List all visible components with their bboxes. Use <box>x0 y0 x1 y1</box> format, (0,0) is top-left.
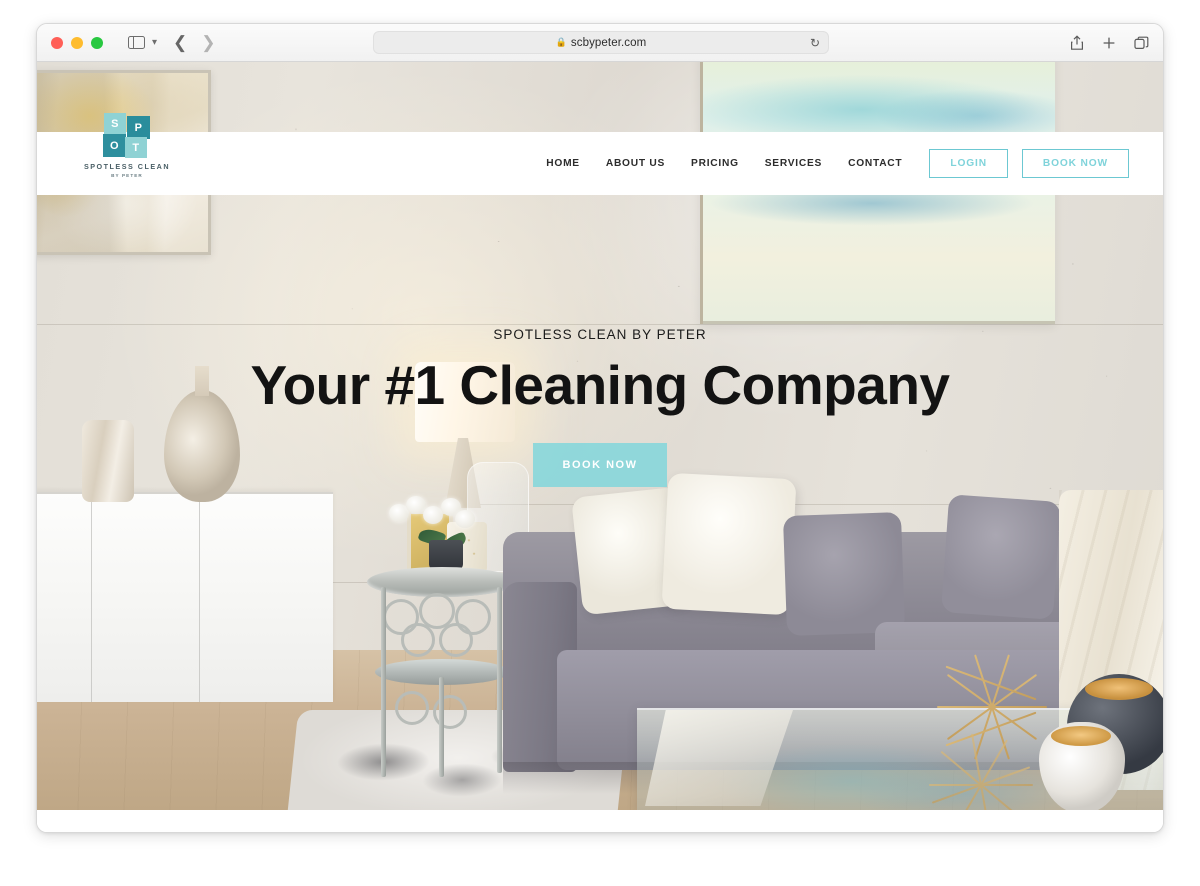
browser-toolbar: ▾ ❮ ❯ 🔒 scbypeter.com ↻ <box>37 24 1163 62</box>
plus-icon[interactable] <box>1099 31 1119 55</box>
lock-icon: 🔒 <box>555 37 567 47</box>
hero-eyebrow: SPOTLESS CLEAN BY PETER <box>493 327 707 342</box>
sofa-cushion-white <box>661 472 797 616</box>
sofa-cushion-gray <box>782 511 906 637</box>
nav-item-about-us[interactable]: ABOUT US <box>593 158 678 169</box>
logo-tile-t: T <box>125 137 147 158</box>
book-now-button[interactable]: BOOK NOW <box>1021 149 1129 178</box>
share-icon[interactable] <box>1067 31 1087 55</box>
logo-tile-p: P <box>127 116 150 139</box>
orchid-pot <box>429 540 463 570</box>
white-sideboard <box>37 492 333 702</box>
main-navigation: HOME ABOUT US PRICING SERVICES CONTACT L… <box>533 132 1129 195</box>
maximize-window-button[interactable] <box>91 36 103 49</box>
logo-tagline: BY PETER <box>111 173 143 178</box>
nav-item-services[interactable]: SERVICES <box>752 158 835 169</box>
browser-window: ▾ ❮ ❯ 🔒 scbypeter.com ↻ S P O T SPOTLESS… <box>36 23 1164 833</box>
gold-star-ornament-reflection <box>929 733 1033 810</box>
logo-tile-o: O <box>103 134 126 157</box>
window-controls <box>51 36 103 49</box>
hero-content: SPOTLESS CLEAN BY PETER Your #1 Cleaning… <box>37 327 1163 487</box>
page-viewport: S P O T SPOTLESS CLEAN BY PETER HOME ABO… <box>37 62 1163 832</box>
nav-item-contact[interactable]: CONTACT <box>835 158 915 169</box>
toolbar-right-actions <box>1067 24 1151 62</box>
login-button[interactable]: LOGIN <box>929 149 1008 178</box>
logo-wordmark: SPOTLESS CLEAN <box>83 162 171 171</box>
candle-bowl-white <box>1039 722 1125 810</box>
page-below-hero <box>37 810 1163 832</box>
nav-item-pricing[interactable]: PRICING <box>678 158 752 169</box>
nav-item-home[interactable]: HOME <box>533 158 593 169</box>
close-window-button[interactable] <box>51 36 63 49</box>
tab-overview-icon[interactable] <box>1131 31 1151 55</box>
reload-icon[interactable]: ↻ <box>810 37 820 49</box>
orchid-plant <box>389 494 475 555</box>
minimize-window-button[interactable] <box>71 36 83 49</box>
glass-side-table <box>367 567 517 782</box>
back-arrow-icon[interactable]: ❮ <box>173 34 187 51</box>
sofa-cushion-gray <box>941 494 1061 620</box>
sidebar-controls: ▾ <box>123 31 157 55</box>
sidebar-toggle-icon[interactable] <box>123 31 149 55</box>
hero-book-now-button[interactable]: BOOK NOW <box>532 443 668 487</box>
chevron-down-icon[interactable]: ▾ <box>152 37 157 48</box>
site-logo[interactable]: S P O T SPOTLESS CLEAN BY PETER <box>79 113 175 178</box>
url-text: scbypeter.com <box>570 36 647 49</box>
navigation-arrows: ❮ ❯ <box>173 34 216 51</box>
logo-tile-s: S <box>104 113 126 135</box>
address-bar[interactable]: 🔒 scbypeter.com ↻ <box>373 31 829 54</box>
hero-title: Your #1 Cleaning Company <box>250 354 950 416</box>
forward-arrow-icon[interactable]: ❯ <box>201 34 215 51</box>
site-header: S P O T SPOTLESS CLEAN BY PETER HOME ABO… <box>37 113 1163 195</box>
logo-tiles: S P O T <box>103 113 151 158</box>
